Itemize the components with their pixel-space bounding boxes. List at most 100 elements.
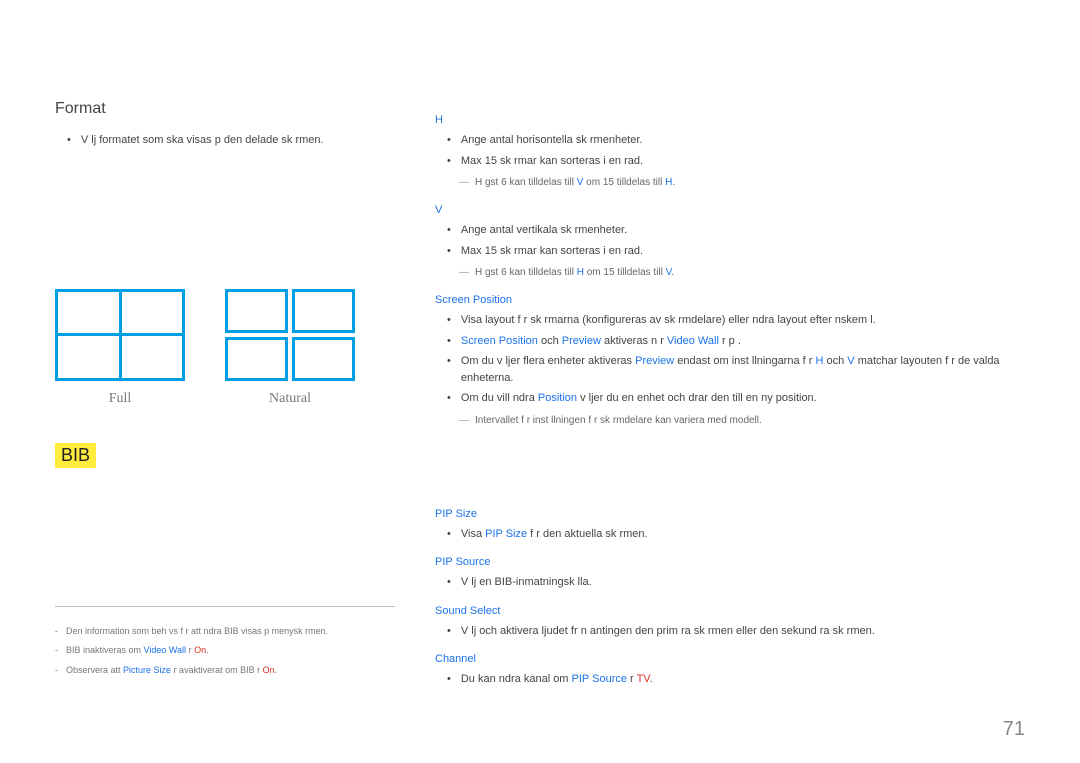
t: Position bbox=[538, 392, 577, 404]
t: BIB inaktiveras om bbox=[66, 645, 144, 655]
t: Picture Size bbox=[123, 665, 171, 675]
h-note: H gst 6 kan tilldelas till V om 15 tilld… bbox=[459, 175, 1025, 190]
t: V bbox=[847, 355, 854, 367]
text: Visa layout f r sk rmarna (konfigureras … bbox=[461, 312, 1025, 329]
t: Screen Position bbox=[461, 335, 538, 347]
h-heading: H bbox=[435, 114, 1025, 126]
t: r avaktiverat om BIB r bbox=[171, 665, 263, 675]
sound-bullet: V lj och aktivera ljudet fr n antingen d… bbox=[447, 623, 1025, 640]
channel-bullet: Du kan ndra kanal om PIP Source r TV. bbox=[447, 671, 1025, 688]
t: Preview bbox=[635, 355, 674, 367]
sp-bullet-1: Visa layout f r sk rmarna (konfigureras … bbox=[447, 312, 1025, 329]
t: PIP Source bbox=[572, 673, 627, 685]
t: Om du v ljer flera enheter aktiveras bbox=[461, 355, 635, 367]
footnote-2: BIB inaktiveras om Video Wall r On. bbox=[55, 644, 395, 658]
h-bullet-1: Ange antal horisontella sk rmenheter. bbox=[447, 132, 1025, 149]
grid-natural-icon bbox=[225, 289, 355, 381]
t: aktiveras n r bbox=[601, 335, 667, 347]
pip-size-bullet: Visa PIP Size f r den aktuella sk rmen. bbox=[447, 526, 1025, 543]
h-bullet-2: Max 15 sk rmar kan sorteras i en rad. bbox=[447, 153, 1025, 170]
grid-full-icon bbox=[55, 289, 185, 381]
text: Max 15 sk rmar kan sorteras i en rad. bbox=[461, 153, 1025, 170]
channel-heading: Channel bbox=[435, 653, 1025, 665]
page-number: 71 bbox=[1003, 718, 1025, 741]
t: . bbox=[672, 177, 675, 188]
t: r bbox=[627, 673, 637, 685]
sp-bullet-4: Om du vill ndra Position v ljer du en en… bbox=[447, 390, 1025, 407]
format-diagrams: Full Natural bbox=[55, 289, 395, 407]
t: endast om inst llningarna f r bbox=[674, 355, 815, 367]
t: . bbox=[206, 645, 209, 655]
grid-cell bbox=[122, 336, 183, 378]
t: Preview bbox=[562, 335, 601, 347]
sound-select-heading: Sound Select bbox=[435, 605, 1025, 617]
t: Om du vill ndra bbox=[461, 392, 538, 404]
diagram-full: Full bbox=[55, 289, 185, 407]
pip-source-bullet: V lj en BIB-inmatningsk lla. bbox=[447, 574, 1025, 591]
screen-position-heading: Screen Position bbox=[435, 294, 1025, 306]
sp-bullet-2: Screen Position och Preview aktiveras n … bbox=[447, 333, 1025, 350]
t: On bbox=[194, 645, 206, 655]
grid-cell bbox=[225, 289, 288, 333]
t: Visa bbox=[461, 528, 485, 540]
text: V lj och aktivera ljudet fr n antingen d… bbox=[461, 623, 1025, 640]
t: om 15 tilldelas till bbox=[583, 177, 665, 188]
heading-bib: BIB bbox=[55, 443, 96, 468]
heading-format: Format bbox=[55, 100, 395, 118]
t: Video Wall bbox=[144, 645, 187, 655]
t: r bbox=[186, 645, 194, 655]
t: On bbox=[263, 665, 275, 675]
v-note: H gst 6 kan tilldelas till H om 15 tilld… bbox=[459, 265, 1025, 280]
text: Visa PIP Size f r den aktuella sk rmen. bbox=[461, 526, 1025, 543]
footnotes: Den information som beh vs f r att ndra … bbox=[55, 606, 395, 684]
grid-cell bbox=[58, 292, 119, 334]
t: Du kan ndra kanal om bbox=[461, 673, 572, 685]
grid-cell bbox=[122, 292, 183, 334]
v-bullet-2: Max 15 sk rmar kan sorteras i en rad. bbox=[447, 243, 1025, 260]
format-bullet: V lj formatet som ska visas p den delade… bbox=[67, 132, 395, 149]
text: Om du v ljer flera enheter aktiveras Pre… bbox=[461, 353, 1025, 386]
pip-source-heading: PIP Source bbox=[435, 556, 1025, 568]
t: v ljer du en enhet och drar den till en … bbox=[577, 392, 817, 404]
text: BIB inaktiveras om Video Wall r On. bbox=[66, 644, 395, 658]
t: och bbox=[538, 335, 562, 347]
footnote-1: Den information som beh vs f r att ndra … bbox=[55, 625, 395, 639]
t: H gst 6 kan tilldelas till bbox=[475, 177, 577, 188]
grid-cell bbox=[292, 289, 355, 333]
footnote-3: Observera att Picture Size r avaktiverat… bbox=[55, 664, 395, 678]
t: TV bbox=[637, 673, 650, 685]
t: Video Wall bbox=[667, 335, 719, 347]
text: Du kan ndra kanal om PIP Source r TV. bbox=[461, 671, 1025, 688]
t: och bbox=[823, 355, 847, 367]
grid-cell bbox=[225, 337, 288, 381]
text: Intervallet f r inst llningen f r sk rmd… bbox=[475, 413, 1025, 428]
sp-bullet-3: Om du v ljer flera enheter aktiveras Pre… bbox=[447, 353, 1025, 386]
t: . bbox=[275, 665, 278, 675]
text: Ange antal horisontella sk rmenheter. bbox=[461, 132, 1025, 149]
t: PIP Size bbox=[485, 528, 527, 540]
v-heading: V bbox=[435, 204, 1025, 216]
diagram-natural-label: Natural bbox=[225, 391, 355, 407]
t: f r den aktuella sk rmen. bbox=[527, 528, 647, 540]
diagram-natural: Natural bbox=[225, 289, 355, 407]
t: . bbox=[650, 673, 653, 685]
sp-note: Intervallet f r inst llningen f r sk rmd… bbox=[459, 413, 1025, 428]
format-bullet-text: V lj formatet som ska visas p den delade… bbox=[81, 132, 395, 149]
text: Max 15 sk rmar kan sorteras i en rad. bbox=[461, 243, 1025, 260]
v-bullet-1: Ange antal vertikala sk rmenheter. bbox=[447, 222, 1025, 239]
t: Observera att bbox=[66, 665, 123, 675]
text: H gst 6 kan tilldelas till V om 15 tilld… bbox=[475, 175, 1025, 190]
grid-cell bbox=[292, 337, 355, 381]
grid-cell bbox=[58, 336, 119, 378]
text: Om du vill ndra Position v ljer du en en… bbox=[461, 390, 1025, 407]
t: r p . bbox=[719, 335, 741, 347]
diagram-full-label: Full bbox=[55, 391, 185, 407]
text: Screen Position och Preview aktiveras n … bbox=[461, 333, 1025, 350]
text: Ange antal vertikala sk rmenheter. bbox=[461, 222, 1025, 239]
text: V lj en BIB-inmatningsk lla. bbox=[461, 574, 1025, 591]
t: H gst 6 kan tilldelas till bbox=[475, 267, 577, 278]
t: . bbox=[671, 267, 674, 278]
text: Observera att Picture Size r avaktiverat… bbox=[66, 664, 395, 678]
pip-size-heading: PIP Size bbox=[435, 508, 1025, 520]
t: H bbox=[577, 267, 584, 278]
